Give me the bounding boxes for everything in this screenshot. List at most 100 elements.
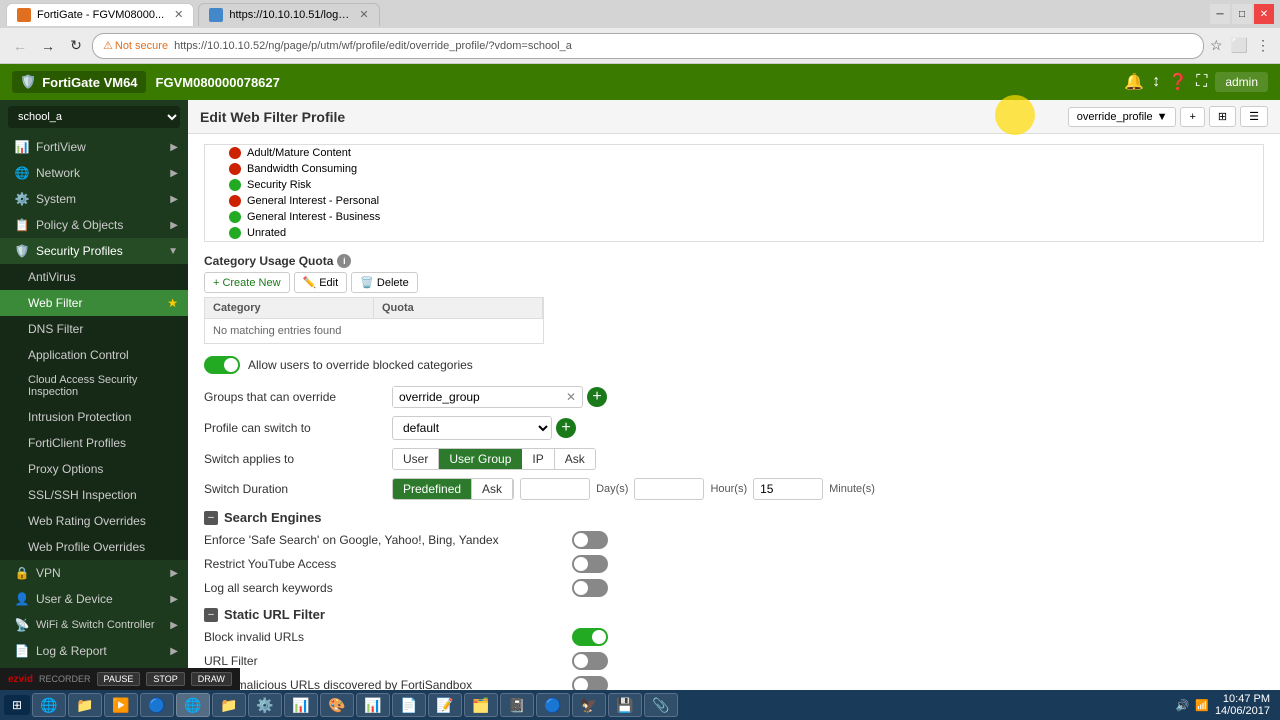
search-engines-header[interactable]: – Search Engines [204, 510, 1264, 525]
extensions-icon[interactable]: ⬜ [1229, 35, 1250, 56]
folder2-icon: 📁 [220, 697, 237, 714]
sidebar-item-security-profiles[interactable]: 🛡️ Security Profiles ▼ [0, 238, 188, 264]
profile-switch-select[interactable]: default [392, 416, 552, 440]
duration-predefined-btn[interactable]: Predefined [393, 479, 472, 499]
browser-maximize-btn[interactable]: □ [1232, 4, 1252, 24]
sidebar-item-ips[interactable]: Intrusion Protection [0, 404, 188, 430]
sidebar-item-system[interactable]: ⚙️ System ▶ [0, 186, 188, 212]
sidebar-item-wifi[interactable]: 📡 WiFi & Switch Controller ▶ [0, 612, 188, 638]
profile-selector[interactable]: override_profile ▼ [1068, 107, 1177, 127]
sidebar-item-webfilter[interactable]: Web Filter ★ [0, 290, 188, 316]
sidebar-item-appcontrol[interactable]: Application Control [0, 342, 188, 368]
safe-search-toggle[interactable] [572, 531, 608, 549]
taskbar-app-pshop[interactable]: 🎨 [320, 693, 354, 717]
taskbar-app-pp[interactable]: 📊 [356, 693, 390, 717]
url-filter-toggle[interactable] [572, 652, 608, 670]
taskbar-app-settings2[interactable]: ⚙️ [248, 693, 282, 717]
category-list: Adult/Mature Content Bandwidth Consuming… [204, 144, 1264, 242]
sidebar-item-network[interactable]: 🌐 Network ▶ [0, 160, 188, 186]
taskbar-app-forti[interactable]: 🌐 [176, 693, 210, 717]
taskbar-app-chrome[interactable]: 🔵 [140, 693, 174, 717]
settings-icon[interactable]: ⋮ [1254, 35, 1272, 56]
sidebar-item-webprofile[interactable]: Web Profile Overrides [0, 534, 188, 560]
taskbar-app-word[interactable]: 📝 [428, 693, 462, 717]
tab-favicon-inactive [209, 8, 223, 22]
taskbar-app-ie[interactable]: 🌐 [32, 693, 66, 717]
sidebar-item-log[interactable]: 📄 Log & Report ▶ [0, 638, 188, 664]
browser-tab-inactive[interactable]: https://10.10.10.51/login... ✕ [198, 3, 379, 26]
pause-btn[interactable]: PAUSE [97, 672, 141, 686]
duration-minutes-input[interactable] [753, 478, 823, 500]
taskbar-app-chrome2[interactable]: 🔵 [536, 693, 570, 717]
delete-label: Delete [377, 277, 409, 289]
sidebar-item-antivirus[interactable]: AntiVirus [0, 264, 188, 290]
back-btn[interactable]: ← [8, 34, 32, 58]
sync-icon[interactable]: ↕ [1152, 73, 1160, 91]
sidebar-item-forticlient[interactable]: FortiClient Profiles [0, 430, 188, 456]
taskbar-app-media[interactable]: ▶️ [104, 693, 138, 717]
allow-override-toggle[interactable] [204, 356, 240, 374]
reload-btn[interactable]: ↻ [64, 34, 88, 58]
address-input[interactable] [174, 40, 1193, 52]
duration-hours-input[interactable] [634, 478, 704, 500]
profile-switch-add[interactable]: + [556, 418, 576, 438]
browser-minimize-btn[interactable]: ─ [1210, 4, 1230, 24]
sidebar-item-ssl[interactable]: SSL/SSH Inspection [0, 482, 188, 508]
sidebar-item-user[interactable]: 👤 User & Device ▶ [0, 586, 188, 612]
draw-btn[interactable]: DRAW [191, 672, 232, 686]
taskbar-app-misc3[interactable]: 📎 [644, 693, 678, 717]
quota-info-icon[interactable]: i [337, 254, 351, 268]
help-icon[interactable]: ❓ [1168, 72, 1188, 92]
static-url-header[interactable]: – Static URL Filter [204, 607, 1264, 622]
sidebar-item-policy[interactable]: 📋 Policy & Objects ▶ [0, 212, 188, 238]
sidebar-item-fortiview[interactable]: 📊 FortiView ▶ [0, 134, 188, 160]
sidebar-item-proxy[interactable]: Proxy Options [0, 456, 188, 482]
taskbar-app-misc1[interactable]: 🦅 [572, 693, 606, 717]
admin-button[interactable]: admin [1215, 72, 1268, 92]
taskbar-app-acrobat[interactable]: 📄 [392, 693, 426, 717]
youtube-toggle[interactable] [572, 555, 608, 573]
form-section: Groups that can override ✕ + [204, 386, 1264, 500]
taskbar-app-folder2[interactable]: 📁 [212, 693, 246, 717]
create-new-btn[interactable]: + Create New [204, 272, 290, 293]
sidebar-item-dnsfilter[interactable]: DNS Filter [0, 316, 188, 342]
taskbar-app-explorer[interactable]: 📁 [68, 693, 102, 717]
search-keywords-label: Log all search keywords [204, 581, 564, 595]
sidebar-item-casi[interactable]: Cloud Access Security Inspection [0, 368, 188, 404]
browser-tab-close[interactable]: ✕ [174, 8, 183, 21]
forward-btn[interactable]: → [36, 34, 60, 58]
search-keywords-toggle[interactable] [572, 579, 608, 597]
switch-applies-user[interactable]: User [393, 449, 439, 469]
taskbar-app-db[interactable]: 🗂️ [464, 693, 498, 717]
stop-btn[interactable]: STOP [146, 672, 184, 686]
edit-btn[interactable]: ✏️ Edit [294, 272, 348, 293]
taskbar-app-excel[interactable]: 📊 [284, 693, 318, 717]
browser-tab-inactive-close[interactable]: ✕ [359, 8, 368, 21]
bookmark-icon[interactable]: ☆ [1208, 35, 1225, 56]
switch-applies-ask[interactable]: Ask [555, 449, 595, 469]
groups-override-clear[interactable]: ✕ [560, 387, 582, 407]
groups-override-input[interactable] [393, 387, 560, 407]
list-view-btn[interactable]: ☰ [1240, 106, 1268, 127]
groups-override-row: Groups that can override ✕ + [204, 386, 1264, 408]
switch-applies-usergroup[interactable]: User Group [439, 449, 522, 469]
sidebar-item-vpn[interactable]: 🔒 VPN ▶ [0, 560, 188, 586]
vdom-selector[interactable]: school_a [8, 106, 180, 128]
sidebar-item-webrating[interactable]: Web Rating Overrides [0, 508, 188, 534]
start-button[interactable]: ⊞ [4, 695, 30, 715]
browser-close-btn[interactable]: ✕ [1254, 4, 1274, 24]
block-invalid-toggle[interactable] [572, 628, 608, 646]
fullscreen-icon[interactable]: ⛶ [1196, 73, 1207, 91]
browser-tab-active[interactable]: FortiGate - FGVM08000... ✕ [6, 3, 194, 26]
duration-ask-btn[interactable]: Ask [472, 479, 513, 499]
taskbar-app-misc2[interactable]: 💾 [608, 693, 642, 717]
taskbar-app-onenote[interactable]: 📓 [500, 693, 534, 717]
vdom-select[interactable]: school_a [8, 106, 180, 128]
groups-override-add[interactable]: + [587, 387, 607, 407]
add-profile-btn[interactable]: + [1180, 107, 1204, 127]
switch-applies-ip[interactable]: IP [522, 449, 554, 469]
duration-days-input[interactable] [520, 478, 590, 500]
delete-btn[interactable]: 🗑️ Delete [351, 272, 418, 293]
grid-view-btn[interactable]: ⊞ [1209, 106, 1236, 127]
notification-icon[interactable]: 🔔 [1124, 72, 1144, 92]
